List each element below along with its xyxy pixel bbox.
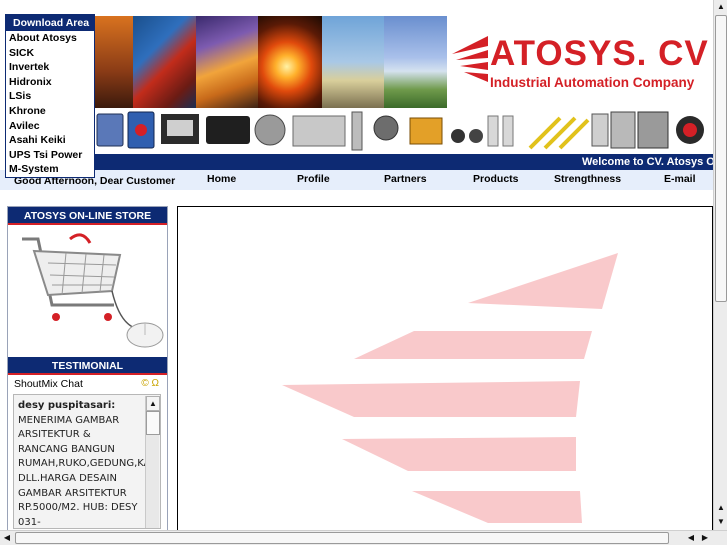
left-sidebar: ATOSYS ON-LINE STORE TESTIMONIAL ShoutMi… (7, 206, 168, 532)
shopping-cart-icon (22, 233, 164, 348)
menu-item-hidronix[interactable]: Hidronix (6, 75, 94, 90)
scroll-up-icon[interactable]: ▲ (146, 396, 160, 411)
menu-item-about-atosys[interactable]: About Atosys (6, 31, 94, 46)
watermark-logo (282, 253, 618, 523)
shoutmix-message: desy puspitasari: MENERIMA GAMBAR ARSITE… (18, 399, 151, 528)
nav-strengthness[interactable]: Strengthness (554, 173, 621, 185)
company-logo: ATOSYS. CV Industrial Automation Company (448, 30, 718, 100)
main-nav: Good Afternoon, Dear Customer Home Profi… (0, 170, 713, 190)
menu-item-sick[interactable]: SICK (6, 46, 94, 61)
shoutmix-header: ShoutMix Chat © Ω (8, 375, 167, 393)
menu-item-lsis[interactable]: LSis (6, 89, 94, 104)
logo-tagline: Industrial Automation Company (490, 75, 695, 90)
menu-item-invertek[interactable]: Invertek (6, 60, 94, 75)
logo-name: ATOSYS. CV (490, 34, 709, 73)
page-scroll-right-icon[interactable]: ▶ (698, 531, 712, 545)
shoutmix-scroll-thumb[interactable] (146, 411, 160, 435)
message-line: 031- (18, 516, 41, 528)
menu-item-avilec[interactable]: Avilec (6, 119, 94, 134)
testimonial-title: TESTIMONIAL (8, 357, 167, 375)
page-horizontal-scrollbar[interactable]: ◀ ◀ ▶ (0, 530, 727, 545)
banner-photo-furnace (258, 16, 322, 108)
message-line: MENERIMA GAMBAR (18, 414, 120, 426)
nav-email[interactable]: E-mail (664, 173, 696, 185)
product-strip (0, 108, 713, 154)
shoutmix-icons[interactable]: © Ω (141, 378, 159, 389)
welcome-marquee: Welcome to CV. Atosys Offi (95, 154, 713, 170)
page-vertical-scrollbar[interactable]: ▲ ▲ ▼ (713, 0, 727, 530)
page-vertical-scroll-thumb[interactable] (715, 15, 727, 302)
banner-photo-factory (196, 16, 258, 108)
page-scroll-up-icon-lower[interactable]: ▲ (714, 501, 727, 515)
nav-home[interactable]: Home (207, 173, 236, 185)
welcome-text: Welcome to CV. Atosys Offi (582, 156, 713, 168)
message-line: RUMAH,RUKO,GEDUNG,KA (18, 458, 151, 470)
main-content-frame (177, 206, 713, 532)
page-scroll-left-icon[interactable]: ◀ (0, 531, 14, 545)
banner-photo-ship (133, 16, 196, 108)
header-banner: ATOSYS. CV Industrial Automation Company (0, 0, 713, 108)
message-line: GAMBAR ARSITEKTUR (18, 487, 127, 499)
menu-item-ups-tsi-power[interactable]: UPS Tsi Power (6, 148, 94, 163)
page-scroll-left-icon-right[interactable]: ◀ (684, 531, 698, 545)
shopping-cart-image[interactable] (8, 225, 167, 357)
shoutmix-label: ShoutMix Chat (14, 378, 83, 390)
store-title: ATOSYS ON-LINE STORE (8, 207, 167, 225)
message-line: DLL.HARGA DESAIN (18, 472, 117, 484)
product-images (96, 111, 704, 151)
banner-photo-industrial-1 (95, 16, 133, 108)
menu-item-khrone[interactable]: Khrone (6, 104, 94, 119)
message-line: ARSITEKTUR & (18, 429, 91, 441)
shoutmix-scrollbar[interactable]: ▲ (145, 396, 160, 528)
page-scroll-down-icon[interactable]: ▼ (714, 515, 727, 529)
nav-partners[interactable]: Partners (384, 173, 427, 185)
nav-products[interactable]: Products (473, 173, 519, 185)
menu-item-m-system[interactable]: M-System (6, 162, 94, 177)
menu-download-area[interactable]: Download Area (6, 15, 94, 31)
message-line: RP.5000/M2. HUB: DESY (18, 502, 138, 514)
menu-item-asahi-keiki[interactable]: Asahi Keiki (6, 133, 94, 148)
shoutmix-chat-box[interactable]: desy puspitasari: MENERIMA GAMBAR ARSITE… (13, 394, 161, 529)
message-line: RANCANG BANGUN (18, 443, 115, 455)
page-scroll-up-icon[interactable]: ▲ (714, 0, 727, 14)
side-dropdown-menu: Download Area About Atosys SICK Invertek… (5, 14, 95, 178)
nav-profile[interactable]: Profile (297, 173, 330, 185)
page-horizontal-scroll-thumb[interactable] (15, 532, 669, 544)
banner-photo-refinery (322, 16, 384, 108)
banner-photo-power-plant (384, 16, 447, 108)
logo-chevron-icon (452, 36, 488, 82)
message-author: desy puspitasari: (18, 400, 116, 411)
